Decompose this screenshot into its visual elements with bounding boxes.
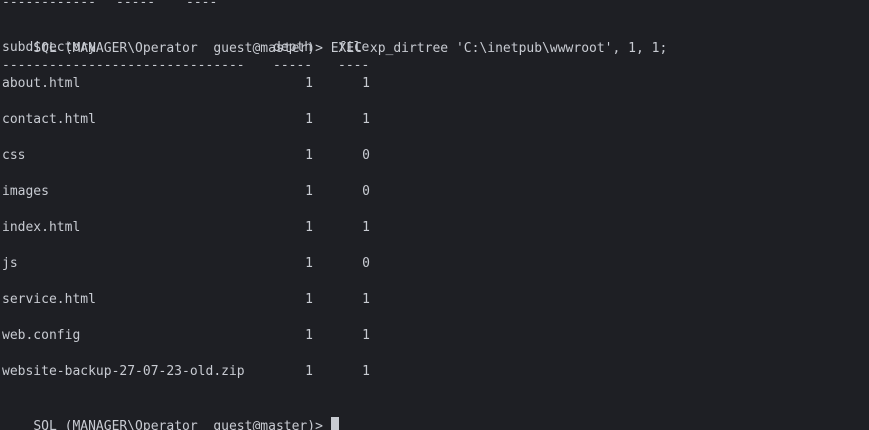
row-file: 1 bbox=[362, 364, 370, 379]
table-row: css 1 0 bbox=[2, 147, 862, 165]
header-depth: depth bbox=[273, 40, 313, 55]
row-depth: 1 bbox=[305, 220, 313, 235]
row-file: 0 bbox=[362, 184, 370, 199]
row-depth: 1 bbox=[305, 292, 313, 307]
table-separator-row: ------------------------------- ----- --… bbox=[2, 57, 862, 75]
header-subdirectory: subdirectory bbox=[2, 40, 96, 55]
row-depth: 1 bbox=[305, 256, 313, 271]
partial-separator-file: ---- bbox=[186, 0, 218, 10]
text-cursor[interactable] bbox=[330, 417, 339, 430]
row-depth: 1 bbox=[305, 364, 313, 379]
row-depth: 1 bbox=[305, 148, 313, 163]
table-header-row: subdirectory depth file bbox=[2, 39, 862, 57]
partial-separator-name: ------------ bbox=[2, 0, 96, 10]
row-file: 1 bbox=[362, 112, 370, 127]
table-row: js 1 0 bbox=[2, 255, 862, 273]
table-row: index.html 1 1 bbox=[2, 219, 862, 237]
row-subdirectory: service.html bbox=[2, 292, 96, 307]
row-file: 1 bbox=[362, 76, 370, 91]
terminal-window[interactable]: ------------ ----- ---- SQL (MANAGER\Ope… bbox=[0, 0, 869, 430]
table-row: service.html 1 1 bbox=[2, 291, 862, 309]
row-subdirectory: about.html bbox=[2, 76, 81, 91]
row-subdirectory: contact.html bbox=[2, 112, 96, 127]
row-file: 1 bbox=[362, 220, 370, 235]
row-file: 1 bbox=[362, 328, 370, 343]
row-depth: 1 bbox=[305, 76, 313, 91]
header-file: file bbox=[338, 40, 370, 55]
table-row: about.html 1 1 bbox=[2, 75, 862, 93]
row-file: 0 bbox=[362, 256, 370, 271]
row-depth: 1 bbox=[305, 112, 313, 127]
row-subdirectory: web.config bbox=[2, 328, 81, 343]
row-file: 1 bbox=[362, 292, 370, 307]
row-subdirectory: images bbox=[2, 184, 49, 199]
table-row: web.config 1 1 bbox=[2, 327, 862, 345]
input-prompt: SQL (MANAGER\Operator guest@master)> bbox=[33, 419, 323, 430]
table-row: website-backup-27-07-23-old.zip 1 1 bbox=[2, 363, 862, 381]
separator-file: ---- bbox=[338, 58, 370, 73]
separator-depth: ----- bbox=[273, 58, 313, 73]
command-line: SQL (MANAGER\Operator guest@master)> EXE… bbox=[2, 22, 667, 56]
separator-subdirectory: ------------------------------- bbox=[2, 58, 245, 73]
row-depth: 1 bbox=[305, 184, 313, 199]
partial-separator-row: ------------ ----- ---- bbox=[2, 0, 217, 12]
row-subdirectory: js bbox=[2, 256, 18, 271]
table-row: contact.html 1 1 bbox=[2, 111, 862, 129]
input-line[interactable]: SQL (MANAGER\Operator guest@master)> bbox=[2, 399, 339, 430]
row-subdirectory: index.html bbox=[2, 220, 81, 235]
partial-separator-depth: ----- bbox=[116, 0, 156, 10]
row-subdirectory: website-backup-27-07-23-old.zip bbox=[2, 364, 245, 379]
row-subdirectory: css bbox=[2, 148, 26, 163]
table-row: images 1 0 bbox=[2, 183, 862, 201]
row-file: 0 bbox=[362, 148, 370, 163]
row-depth: 1 bbox=[305, 328, 313, 343]
